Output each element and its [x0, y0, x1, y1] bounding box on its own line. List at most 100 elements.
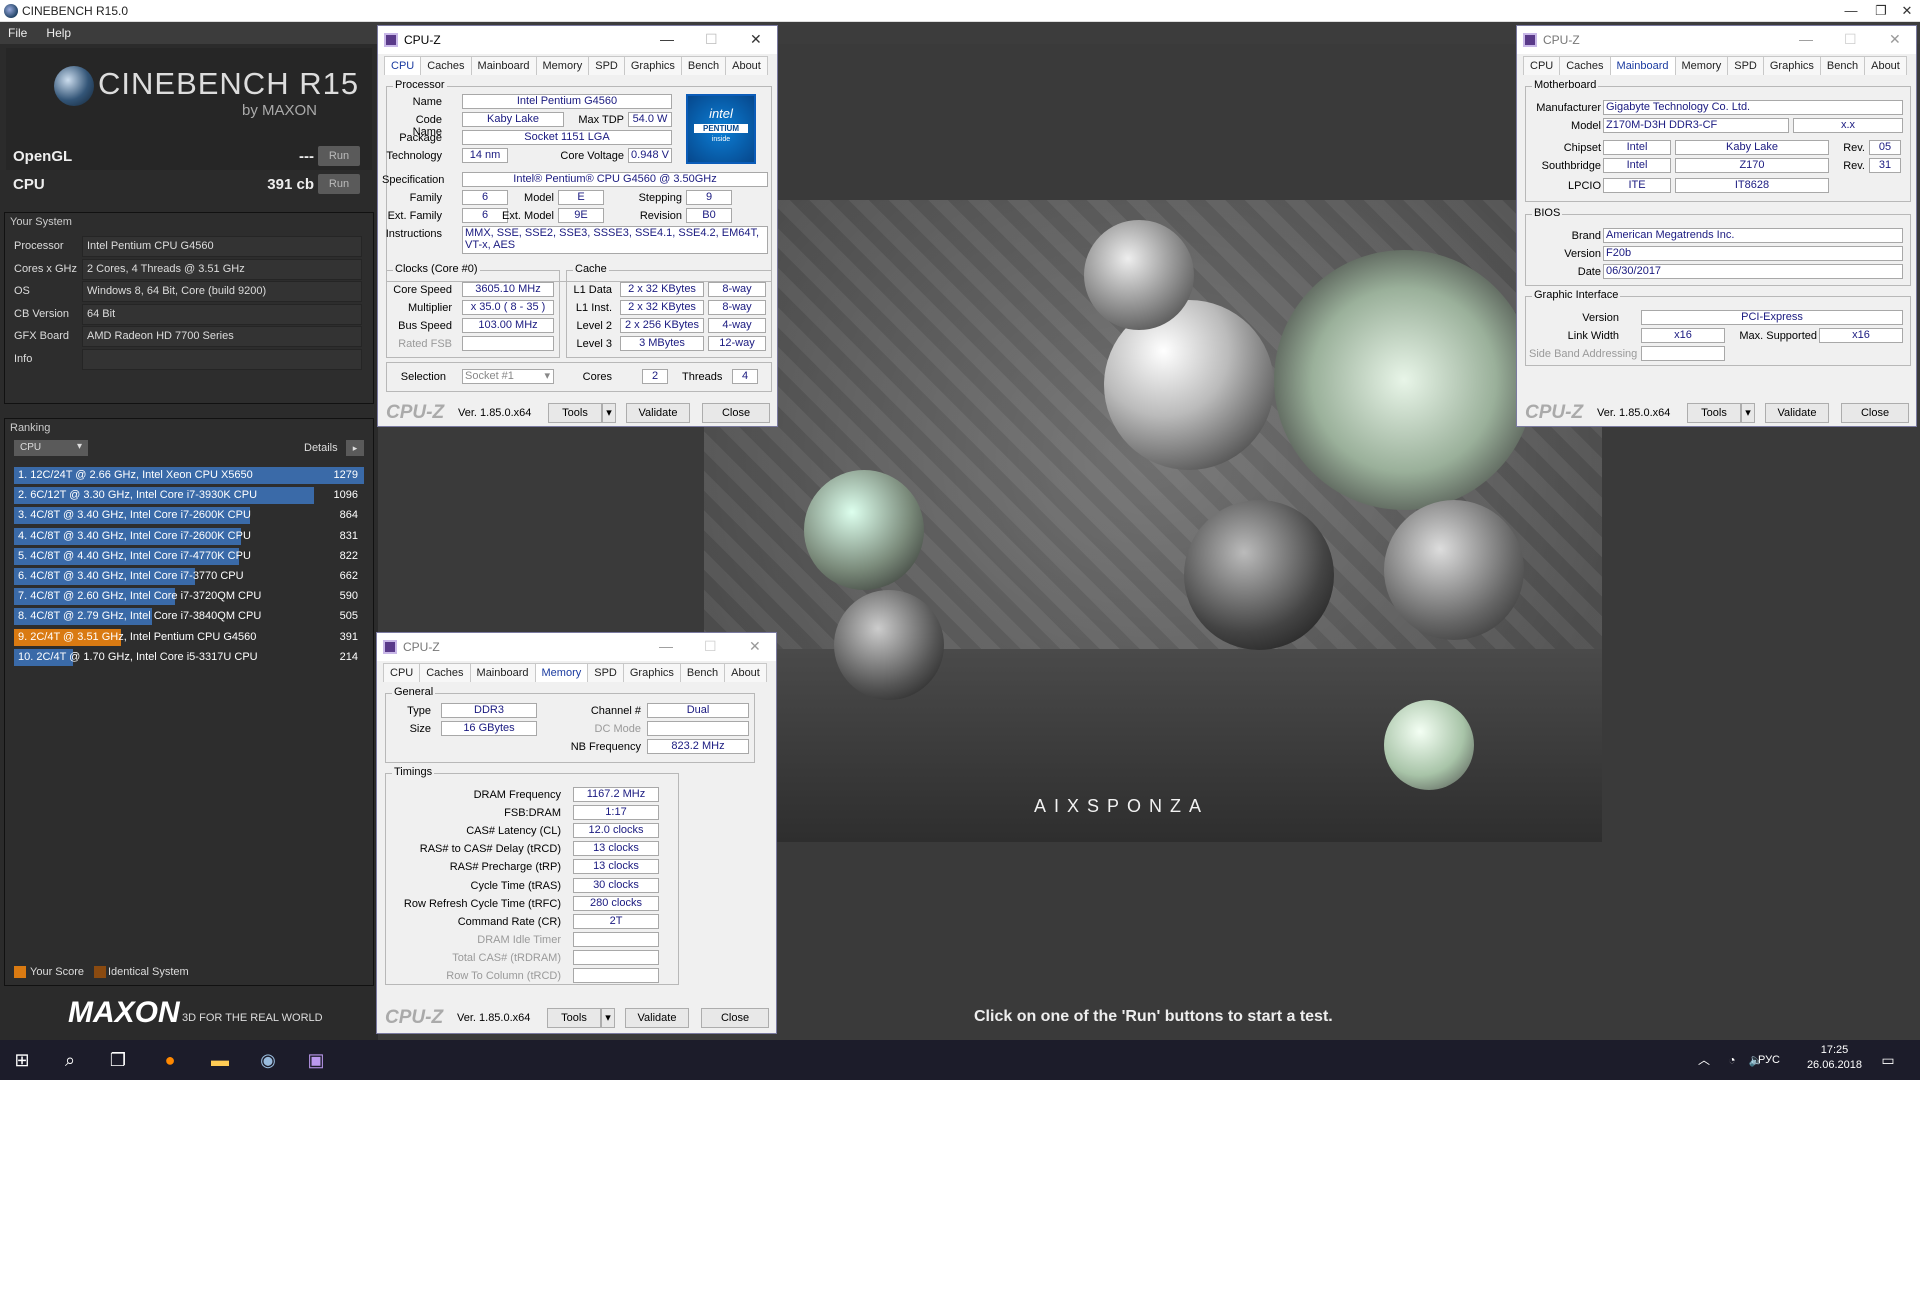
close-icon[interactable]: ✕ [1892, 3, 1920, 19]
tab-cpu[interactable]: CPU [384, 56, 422, 75]
close-icon[interactable]: ✕ [1889, 31, 1901, 48]
minimize-icon[interactable]: — [1799, 31, 1813, 47]
run-opengl-button[interactable]: Run [318, 146, 360, 166]
cpuz-footer: CPU-Z Ver. 1.85.0.x64 Tools ▾ Validate C… [377, 1003, 776, 1033]
validate-button[interactable]: Validate [1765, 403, 1829, 423]
cinebench-taskbar-icon[interactable]: ◉ [254, 1046, 282, 1074]
tools-button[interactable]: Tools [547, 1008, 601, 1028]
cpuz-footer: CPU-Z Ver. 1.85.0.x64 Tools ▾ Validate C… [1517, 398, 1916, 428]
tools-dropdown-icon[interactable]: ▾ [602, 403, 616, 423]
tab-mainboard[interactable]: Mainboard [469, 663, 536, 682]
selection-dropdown[interactable]: Socket #1 ▾ [462, 369, 554, 384]
tab-memory[interactable]: Memory [535, 56, 590, 75]
maximize-icon: ☐ [705, 31, 718, 47]
task-view-icon[interactable]: ❐ [104, 1046, 132, 1074]
ranking-row[interactable]: 2. 6C/12T @ 3.30 GHz, Intel Core i7-3930… [14, 487, 364, 505]
ranking-label: 4. 4C/8T @ 3.40 GHz, Intel Core i7-2600K… [18, 529, 251, 542]
language-indicator[interactable]: РУС [1758, 1054, 1780, 1066]
firefox-icon[interactable]: ● [156, 1046, 184, 1074]
tab-caches[interactable]: Caches [1559, 56, 1611, 75]
minimize-icon[interactable]: — [660, 31, 674, 47]
tray-chevron-up-icon[interactable]: ︿ [1690, 1046, 1718, 1074]
voltage-label: Core Voltage [560, 150, 624, 162]
tab-graphics[interactable]: Graphics [622, 663, 681, 682]
bios-version-value: F20b [1603, 246, 1903, 261]
ranking-select[interactable]: CPU ▾ [14, 440, 88, 456]
tab-bench[interactable]: Bench [679, 663, 726, 682]
tab-about[interactable]: About [1864, 56, 1907, 75]
ranking-row[interactable]: 1. 12C/24T @ 2.66 GHz, Intel Xeon CPU X5… [14, 467, 364, 485]
windows-start-icon[interactable]: ⊞ [8, 1046, 36, 1074]
tools-dropdown-icon[interactable]: ▾ [1741, 403, 1755, 423]
tools-button[interactable]: Tools [1687, 403, 1741, 423]
close-button[interactable]: Close [1841, 403, 1909, 423]
ranking-label: 2. 6C/12T @ 3.30 GHz, Intel Core i7-3930… [18, 489, 258, 502]
ranking-row[interactable]: 4. 4C/8T @ 3.40 GHz, Intel Core i7-2600K… [14, 527, 364, 546]
timing-label: DRAM Idle Timer [477, 933, 561, 946]
model-value: Z170M-D3H DDR3-CF [1603, 118, 1789, 133]
codename-value: Kaby Lake [462, 112, 564, 127]
tab-cpu[interactable]: CPU [383, 663, 421, 682]
general-group-title: General [392, 686, 436, 698]
notifications-icon[interactable]: ▭ [1874, 1046, 1902, 1074]
close-button[interactable]: Close [702, 403, 770, 423]
timings-group-title: Timings [392, 766, 435, 778]
minimize-icon[interactable]: — [659, 638, 673, 654]
tab-memory[interactable]: Memory [534, 663, 589, 682]
system-value: AMD Radeon HD 7700 Series [82, 326, 362, 348]
ranking-score: 831 [339, 529, 358, 542]
tab-bench[interactable]: Bench [1819, 56, 1866, 75]
ranking-row[interactable]: 9. 2C/4T @ 3.51 GHz, Intel Pentium CPU G… [14, 628, 364, 647]
tab-spd[interactable]: SPD [588, 56, 625, 75]
search-icon[interactable]: ⌕ [56, 1046, 84, 1074]
ranking-row[interactable]: 7. 4C/8T @ 2.60 GHz, Intel Core i7-3720Q… [14, 588, 364, 606]
ranking-label: 8. 4C/8T @ 2.79 GHz, Intel Core i7-3840Q… [18, 610, 262, 623]
system-key: GFX Board [14, 330, 70, 343]
tools-button[interactable]: Tools [548, 403, 602, 423]
tab-about[interactable]: About [725, 56, 768, 75]
close-button[interactable]: Close [701, 1008, 769, 1028]
tab-caches[interactable]: Caches [419, 663, 471, 682]
cpuz-taskbar-icon[interactable]: ▣ [302, 1046, 330, 1074]
ranking-row[interactable]: 8. 4C/8T @ 2.79 GHz, Intel Core i7-3840Q… [14, 608, 364, 626]
menu-help[interactable]: Help [38, 22, 79, 44]
menu-file[interactable]: File [0, 22, 35, 44]
ranking-score: 1096 [333, 489, 358, 502]
validate-button[interactable]: Validate [626, 403, 690, 423]
maximize-icon: ☐ [704, 638, 717, 654]
run-cpu-button[interactable]: Run [318, 174, 360, 194]
render-sphere [1384, 500, 1524, 640]
type-label: Type [407, 705, 431, 717]
close-icon[interactable]: ✕ [750, 31, 762, 48]
ranking-row[interactable]: 6. 4C/8T @ 3.40 GHz, Intel Core i7-3770 … [14, 568, 364, 586]
minimize-icon[interactable]: — [1836, 3, 1866, 18]
tab-spd[interactable]: SPD [1727, 56, 1764, 75]
tab-cpu[interactable]: CPU [1523, 56, 1561, 75]
tab-memory[interactable]: Memory [1674, 56, 1729, 75]
timing-value [573, 968, 659, 983]
threads-label: Threads [682, 371, 723, 383]
file-explorer-icon[interactable]: ▬ [206, 1046, 234, 1074]
tab-about[interactable]: About [724, 663, 767, 682]
cpuz-title: CPU-Z [404, 33, 441, 47]
details-arrow-icon[interactable]: ▸ [346, 440, 364, 456]
tab-bench[interactable]: Bench [680, 56, 727, 75]
close-icon[interactable]: ✕ [749, 638, 761, 655]
tools-dropdown-icon[interactable]: ▾ [601, 1008, 615, 1028]
family-label: Family [409, 192, 442, 204]
tab-mainboard[interactable]: Mainboard [470, 56, 537, 75]
system-key: Processor [14, 240, 64, 252]
ranking-row[interactable]: 10. 2C/4T @ 1.70 GHz, Intel Core i5-3317… [14, 648, 364, 667]
ranking-row[interactable]: 3. 4C/8T @ 3.40 GHz, Intel Core i7-2600K… [14, 507, 364, 525]
logo-subtitle: by MAXON [242, 102, 318, 119]
tray-clock[interactable]: 17:25 26.06.2018 [1807, 1044, 1862, 1071]
bios-version-label: Version [1564, 248, 1601, 260]
tab-mainboard[interactable]: Mainboard [1609, 56, 1676, 75]
tab-graphics[interactable]: Graphics [1762, 56, 1821, 75]
tab-spd[interactable]: SPD [587, 663, 624, 682]
tab-caches[interactable]: Caches [420, 56, 472, 75]
l3-label: Level 3 [576, 338, 612, 350]
tab-graphics[interactable]: Graphics [623, 56, 682, 75]
ranking-row[interactable]: 5. 4C/8T @ 4.40 GHz, Intel Core i7-4770K… [14, 547, 364, 566]
validate-button[interactable]: Validate [625, 1008, 689, 1028]
